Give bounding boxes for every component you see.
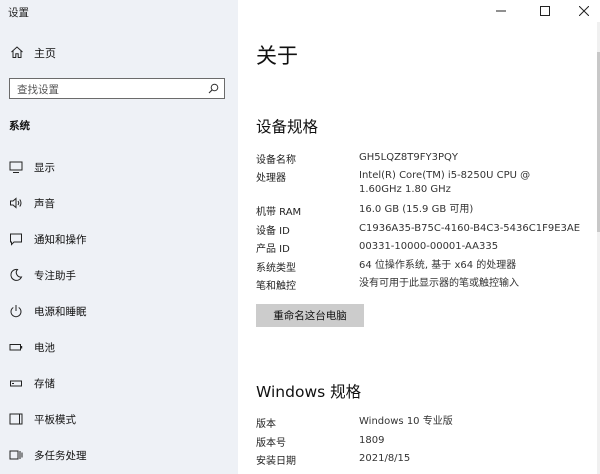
rename-pc-button[interactable]: 重命名这台电脑 bbox=[256, 304, 364, 327]
spec-value: 00331-10000-00001-AA335 bbox=[359, 241, 499, 252]
sidebar-item-label: 专注助手 bbox=[34, 270, 76, 282]
sidebar-item-label: 电池 bbox=[34, 342, 55, 354]
minimize-button[interactable] bbox=[486, 0, 516, 22]
windows-specs-heading: Windows 规格 bbox=[256, 383, 362, 401]
main-content: 关于 设备规格 设备名称 GH5LQZ8T9FY3PQY 处理器 Intel(R… bbox=[238, 0, 600, 474]
spec-value: 64 位操作系统, 基于 x64 的处理器 bbox=[359, 260, 517, 271]
spec-label: 机带 RAM bbox=[256, 207, 302, 218]
spec-value: C1936A35-B75C-4160-B4C3-5436C1F9E3AE bbox=[359, 223, 581, 234]
home-icon bbox=[11, 46, 23, 58]
page-title: 关于 bbox=[256, 44, 298, 68]
spec-label: 笔和触控 bbox=[256, 281, 296, 292]
spec-value: GH5LQZ8T9FY3PQY bbox=[359, 152, 458, 163]
sidebar-item-multitasking[interactable]: 多任务处理 bbox=[0, 440, 238, 470]
spec-label: 产品 ID bbox=[256, 244, 290, 255]
sidebar-item-label: 平板模式 bbox=[34, 414, 76, 426]
sidebar-item-label: 显示 bbox=[34, 162, 55, 174]
sidebar-item-power-sleep[interactable]: 电源和睡眠 bbox=[0, 296, 238, 326]
spec-value: Intel(R) Core(TM) i5-8250U CPU @ 1.60GHz… bbox=[359, 170, 531, 195]
spec-label: 设备 ID bbox=[256, 226, 290, 237]
window-title: 设置 bbox=[8, 7, 29, 19]
close-button[interactable] bbox=[569, 0, 599, 22]
moon-icon bbox=[10, 268, 23, 281]
maximize-icon bbox=[540, 6, 550, 16]
sidebar-item-label: 存储 bbox=[34, 378, 55, 390]
sidebar-item-tablet-mode[interactable]: 平板模式 bbox=[0, 404, 238, 434]
battery-icon bbox=[9, 344, 23, 351]
spec-label: 系统类型 bbox=[256, 263, 296, 274]
storage-icon bbox=[10, 380, 22, 387]
sidebar-item-label: 多任务处理 bbox=[34, 450, 87, 462]
sidebar-item-battery[interactable]: 电池 bbox=[0, 332, 238, 362]
spec-value: 没有可用于此显示器的笔或触控输入 bbox=[359, 278, 519, 289]
spec-label: 版本号 bbox=[256, 438, 286, 449]
minimize-icon bbox=[496, 10, 506, 12]
sidebar-home-label: 主页 bbox=[34, 47, 56, 60]
sidebar: 设置 主页 查找设置 系统 显示 声音 通知和操作 专注助手 电源和睡眠 电池 … bbox=[0, 0, 238, 474]
sidebar-item-label: 声音 bbox=[34, 198, 55, 210]
spec-label: 版本 bbox=[256, 419, 276, 430]
monitor-icon bbox=[9, 161, 23, 173]
sidebar-item-label: 电源和睡眠 bbox=[34, 306, 87, 318]
tablet-icon bbox=[9, 413, 23, 425]
close-icon bbox=[579, 6, 589, 16]
device-specs-heading: 设备规格 bbox=[256, 118, 319, 136]
multitask-icon bbox=[9, 450, 23, 460]
sidebar-item-focus-assist[interactable]: 专注助手 bbox=[0, 260, 238, 290]
sidebar-section-title: 系统 bbox=[9, 120, 30, 132]
spec-value: Windows 10 专业版 bbox=[359, 416, 453, 427]
spec-value: 1809 bbox=[359, 435, 385, 446]
spec-label: 处理器 bbox=[256, 173, 286, 184]
sidebar-item-display[interactable]: 显示 bbox=[0, 152, 238, 182]
sidebar-home[interactable]: 主页 bbox=[0, 40, 238, 64]
sidebar-item-notifications[interactable]: 通知和操作 bbox=[0, 224, 238, 254]
speaker-icon bbox=[10, 197, 22, 209]
sidebar-item-storage[interactable]: 存储 bbox=[0, 368, 238, 398]
notification-icon bbox=[10, 233, 22, 246]
sidebar-item-label: 通知和操作 bbox=[34, 234, 87, 246]
search-input[interactable]: 查找设置 bbox=[9, 78, 225, 99]
spec-value: 16.0 GB (15.9 GB 可用) bbox=[359, 204, 474, 215]
maximize-button[interactable] bbox=[530, 0, 560, 22]
power-icon bbox=[10, 305, 22, 318]
spec-label: 设备名称 bbox=[256, 155, 296, 166]
search-icon[interactable] bbox=[208, 83, 219, 94]
sidebar-item-sound[interactable]: 声音 bbox=[0, 188, 238, 218]
spec-label: 安装日期 bbox=[256, 456, 296, 467]
spec-value: 2021/8/15 bbox=[359, 453, 411, 464]
search-placeholder: 查找设置 bbox=[17, 84, 59, 96]
